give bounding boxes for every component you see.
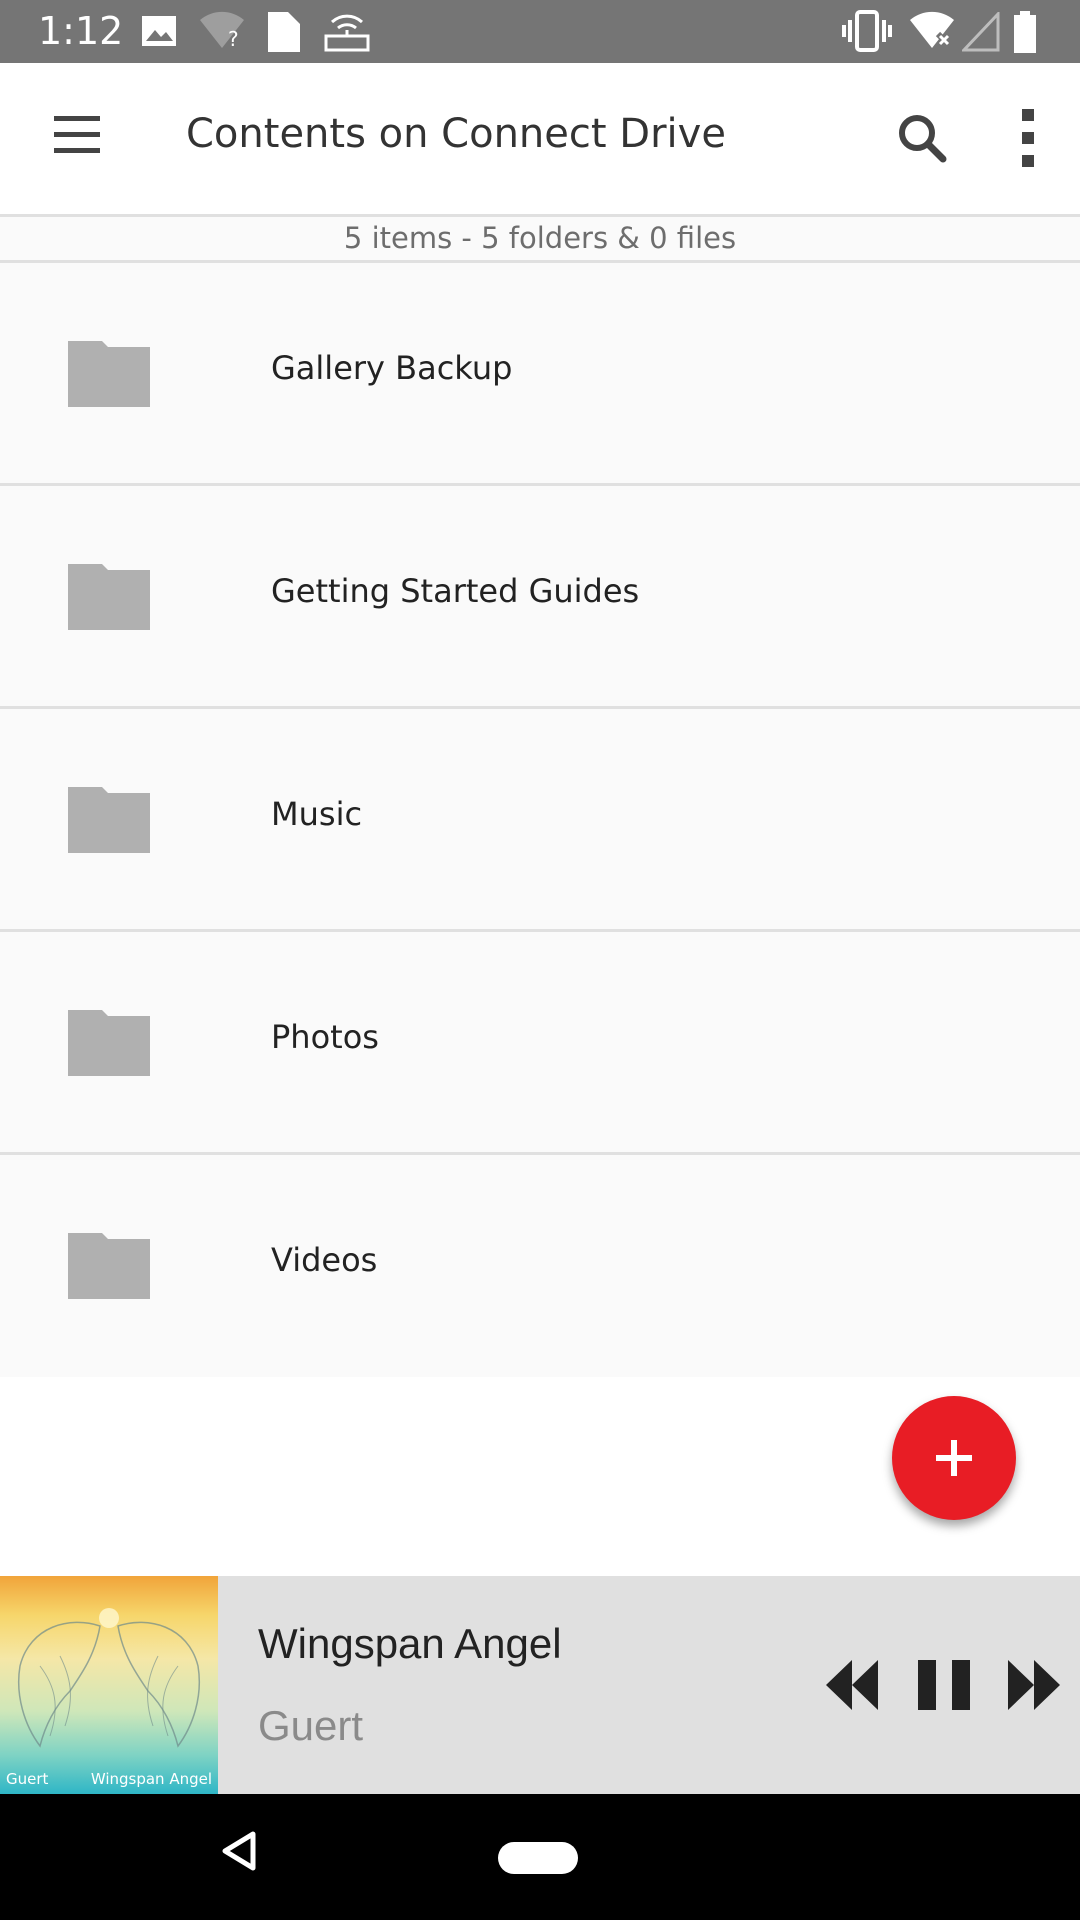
folder-name: Photos <box>271 1018 379 1056</box>
folder-name: Getting Started Guides <box>271 572 640 610</box>
hamburger-menu-icon[interactable] <box>54 112 100 158</box>
back-icon[interactable] <box>220 1830 258 1872</box>
track-artist: Guert <box>258 1702 364 1749</box>
status-bar: 1:12 ? <box>0 0 1080 63</box>
wifi-x-icon <box>910 11 954 49</box>
add-button[interactable] <box>892 1396 1016 1520</box>
image-icon <box>142 16 176 46</box>
folder-row-getting-started-guides[interactable]: Getting Started Guides <box>0 486 1080 709</box>
album-art-title: Wingspan Angel <box>90 1770 212 1788</box>
router-icon <box>324 14 370 52</box>
folder-icon <box>68 787 150 853</box>
track-title: Wingspan Angel <box>258 1620 562 1667</box>
search-icon[interactable] <box>895 111 949 165</box>
folder-icon <box>68 1233 150 1299</box>
file-list: Gallery Backup Getting Started Guides Mu… <box>0 263 1080 1377</box>
svg-text:?: ? <box>228 27 239 50</box>
items-summary: 5 items - 5 folders & 0 files <box>0 214 1080 263</box>
mini-player[interactable]: Guert Wingspan Angel Wingspan Angel Guer… <box>0 1576 1080 1794</box>
wifi-unknown-icon: ? <box>200 11 244 50</box>
home-pill-icon[interactable] <box>498 1842 578 1874</box>
folder-icon <box>68 341 150 407</box>
more-vert-icon[interactable] <box>1014 107 1042 169</box>
app-bar: Contents on Connect Drive <box>0 63 1080 214</box>
album-art[interactable]: Guert Wingspan Angel <box>0 1576 218 1794</box>
album-art-artist: Guert <box>6 1770 49 1788</box>
page-title: Contents on Connect Drive <box>186 111 726 157</box>
folder-name: Music <box>271 795 363 833</box>
folder-row-videos[interactable]: Videos <box>0 1155 1080 1377</box>
folder-row-photos[interactable]: Photos <box>0 932 1080 1155</box>
vibrate-icon <box>842 10 892 52</box>
pause-icon[interactable] <box>918 1660 970 1710</box>
folder-icon <box>68 1010 150 1076</box>
status-time: 1:12 <box>38 9 124 53</box>
folder-icon <box>68 564 150 630</box>
fast-forward-icon[interactable] <box>1008 1660 1060 1710</box>
folder-row-music[interactable]: Music <box>0 709 1080 932</box>
folder-name: Gallery Backup <box>271 349 513 387</box>
folder-row-gallery-backup[interactable]: Gallery Backup <box>0 263 1080 486</box>
rewind-icon[interactable] <box>826 1660 878 1710</box>
folder-name: Videos <box>271 1241 378 1279</box>
battery-icon <box>1014 11 1036 53</box>
plus-icon <box>936 1440 972 1476</box>
sd-card-icon <box>268 12 300 52</box>
signal-empty-icon <box>962 12 1000 52</box>
system-nav-bar <box>0 1794 1080 1920</box>
angel-wings-icon <box>17 1608 201 1748</box>
